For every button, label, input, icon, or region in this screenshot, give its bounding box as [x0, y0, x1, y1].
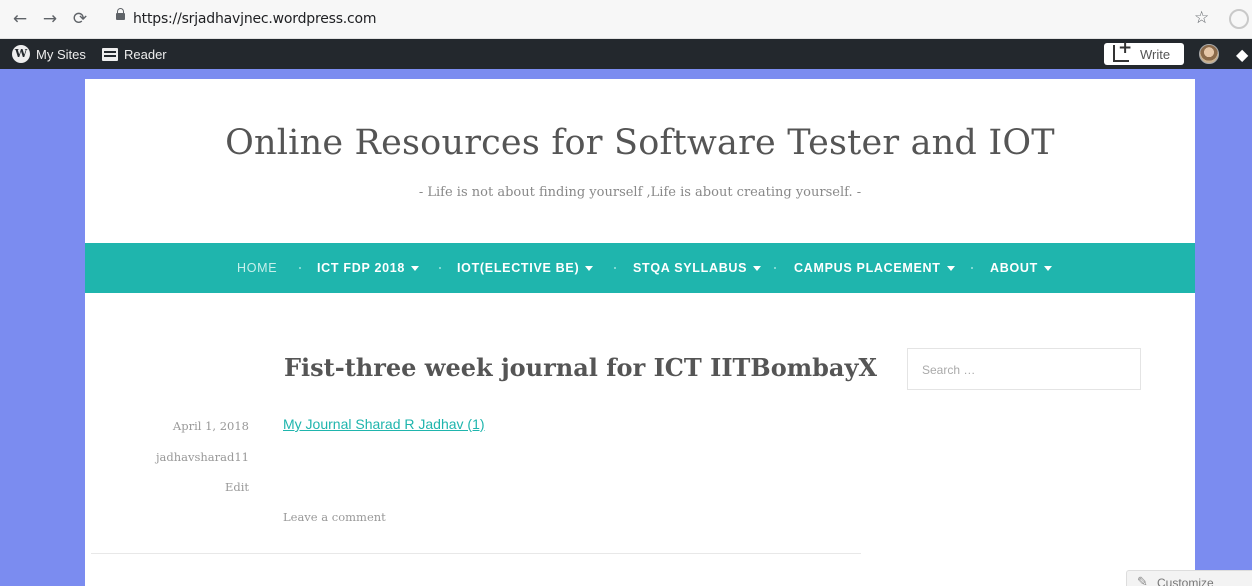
site-container: Online Resources for Software Tester and… [85, 79, 1195, 586]
menu-item-iot-elective-be[interactable]: IOT(ELECTIVE BE) [457, 261, 594, 275]
post-author[interactable]: jadhavsharad11 [119, 450, 249, 464]
search-placeholder: Search … [922, 363, 976, 377]
my-sites-link[interactable]: My Sites [36, 47, 86, 62]
wordpress-logo-icon[interactable]: W [12, 45, 30, 63]
menu-item-campus-placement[interactable]: CAMPUS PLACEMENT [794, 261, 955, 275]
customize-label: Customize [1157, 576, 1214, 586]
chevron-down-icon [946, 266, 955, 272]
wp-admin-bar: W My Sites Reader Write ◆ [0, 38, 1252, 69]
reload-icon[interactable]: ⟳ [70, 8, 90, 30]
brush-icon: ✎ [1137, 575, 1148, 586]
menu-separator [774, 267, 776, 269]
notifications-icon[interactable]: ◆ [1236, 45, 1248, 64]
chevron-down-icon [753, 266, 762, 272]
journal-link[interactable]: My Journal Sharad R Jadhav (1) [283, 416, 485, 432]
back-icon[interactable]: ← [10, 8, 30, 30]
chevron-down-icon [1043, 266, 1052, 272]
menu-item-about[interactable]: ABOUT [990, 261, 1052, 275]
chevron-down-icon [411, 266, 420, 272]
menu-item-home[interactable]: HOME [237, 261, 277, 275]
site-tagline: - Life is not about finding yourself ,Li… [418, 185, 862, 200]
extension-icon[interactable] [1229, 9, 1249, 29]
menu-item-ict-fdp-2018[interactable]: ICT FDP 2018 [317, 261, 420, 275]
browser-toolbar: ← → ⟳ https://srjadhavjnec.wordpress.com… [0, 0, 1252, 39]
search-input[interactable]: Search … [907, 348, 1141, 390]
menu-separator [971, 267, 973, 269]
menu-item-stqa-syllabus[interactable]: STQA SYLLABUS [633, 261, 762, 275]
site-title[interactable]: Online Resources for Software Tester and… [85, 123, 1195, 163]
main-menu: HOME ICT FDP 2018 IOT(ELECTIVE BE) STQA … [85, 243, 1195, 293]
menu-separator [439, 267, 441, 269]
post-date[interactable]: April 1, 2018 [119, 419, 249, 433]
reader-link[interactable]: Reader [124, 47, 167, 62]
menu-separator [614, 267, 616, 269]
url-text[interactable]: https://srjadhavjnec.wordpress.com [133, 11, 377, 27]
write-button[interactable]: Write [1104, 38, 1184, 65]
avatar[interactable] [1199, 44, 1219, 64]
chevron-down-icon [585, 266, 594, 272]
forward-icon[interactable]: → [40, 8, 60, 30]
write-label: Write [1140, 47, 1171, 62]
lock-icon [116, 8, 125, 25]
leave-comment-link[interactable]: Leave a comment [283, 510, 386, 524]
menu-separator [299, 267, 301, 269]
write-icon [1113, 38, 1132, 62]
bookmark-star-icon[interactable]: ☆ [1194, 8, 1209, 28]
post-title[interactable]: Fist-three week journal for ICT IITBomba… [284, 353, 877, 382]
post-edit-link[interactable]: Edit [119, 480, 249, 494]
reader-icon[interactable] [102, 48, 118, 61]
customize-button[interactable]: ✎ Customize [1126, 570, 1252, 586]
post-divider [91, 553, 861, 554]
